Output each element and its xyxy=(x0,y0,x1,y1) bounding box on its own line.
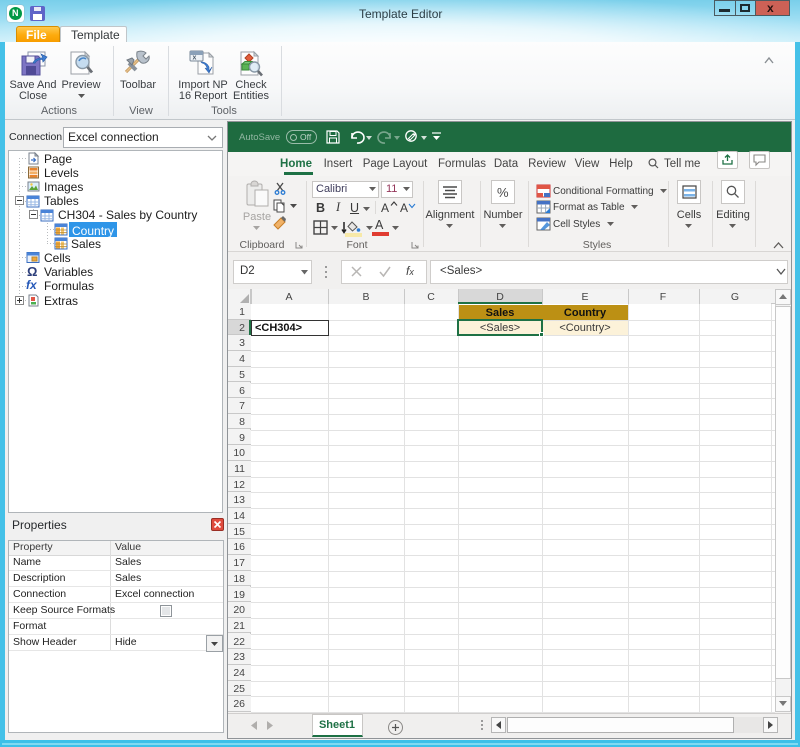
svg-text:x: x xyxy=(193,55,197,62)
